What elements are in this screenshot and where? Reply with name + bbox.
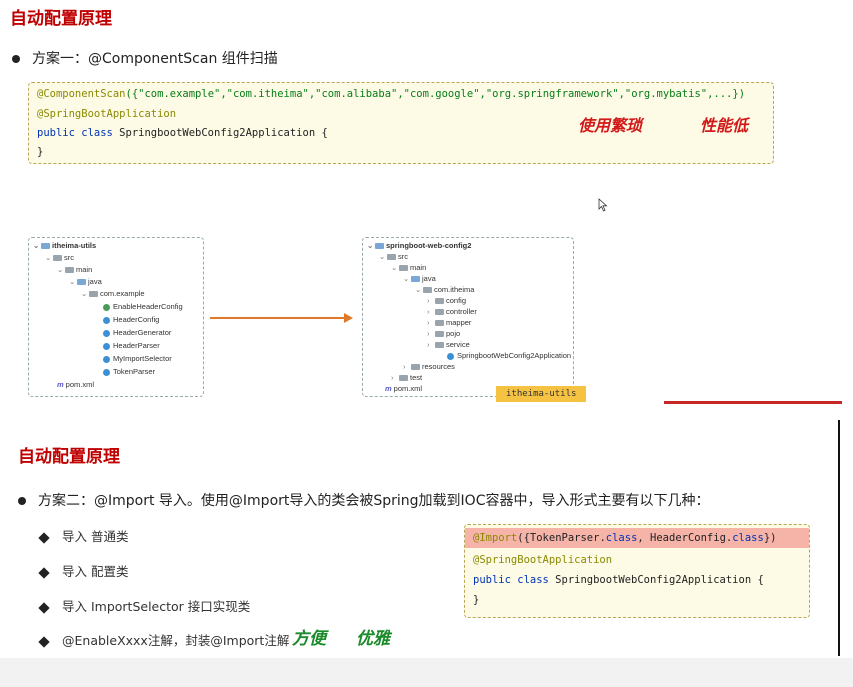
slide2-title: 自动配置原理 [18,447,120,467]
tree-root-itheima-utils[interactable]: ⌄ itheima-utils [33,241,96,251]
springboot-class-icon [447,352,454,360]
slide2-bullet-text: 方案二：@Import 导入。使用@Import导入的类会被Spring加载到I… [38,493,710,509]
class-icon [103,329,110,337]
source-folder-icon [411,276,420,283]
springboot-web-config2-project-tree: ⌄ springboot-web-config2 ⌄ src ⌄ main ⌄ java… [362,237,574,397]
maven-pom-icon: m [385,384,392,393]
import-type-normal-class: 导入 普通类 [38,526,128,545]
import-arrow-line [210,317,346,319]
folder-icon [387,254,396,261]
tree-node-package[interactable]: ⌄ com.itheima [415,285,474,295]
tree-node-class[interactable]: HeaderGenerator [103,328,171,338]
class-icon [103,355,110,363]
annotation-class-icon [103,303,110,311]
bottom-bar [0,658,853,687]
module-folder-icon [41,243,50,250]
diamond-bullet-icon [38,566,50,579]
tree-node-pojo[interactable]: › pojo [427,329,460,339]
package-icon [423,287,432,294]
handwriting-elegant: 优雅 [356,629,390,649]
code-line-3: public class SpringbootWebConfig2Applica… [473,574,764,586]
diamond-bullet-icon [38,635,50,648]
tree-node-application-class[interactable]: SpringbootWebConfig2Application [447,351,571,361]
code-line-2: @SpringBootApplication [473,554,613,566]
folder-icon [399,265,408,272]
tree-node-java[interactable]: ⌄ java [403,274,436,284]
tree-node-controller[interactable]: › controller [427,307,477,317]
code-line-4: } [37,146,44,158]
package-icon [435,298,444,305]
package-icon [435,309,444,316]
class-icon [103,342,110,350]
tree-root-springboot-web-config2[interactable]: ⌄ springboot-web-config2 [367,241,471,251]
tree-node-main[interactable]: ⌄ main [391,263,426,273]
handwriting-low-performance: 性能低 [700,116,749,135]
code-line-3: public class SpringbootWebConfig2Applica… [37,127,328,139]
package-icon [435,320,444,327]
bullet-dot-icon [12,55,20,63]
source-folder-icon [77,279,86,286]
slide2-bullet: 方案二：@Import 导入。使用@Import导入的类会被Spring加载到I… [18,490,709,510]
tree-node-src[interactable]: ⌄ src [45,253,74,263]
import-code-block: @Import({TokenParser.class, HeaderConfig… [464,524,810,618]
slide1-bullet: 方案一：@ComponentScan 组件扫描 [12,48,278,68]
handwriting-convenient: 方便 [292,629,326,649]
tree-node-service[interactable]: › service [427,340,470,350]
folder-icon [399,375,408,382]
tree-node-pom[interactable]: m pom.xml [385,384,422,394]
class-icon [103,316,110,324]
code-line-2: @SpringBootApplication [37,108,177,120]
resources-folder-icon [411,364,420,371]
bullet-dot-icon [18,497,26,505]
slide-separator-red [664,401,842,404]
import-type-importselector: 导入 ImportSelector 接口实现类 [38,596,250,615]
tree-node-main[interactable]: ⌄ main [57,265,92,275]
diamond-bullet-icon [38,531,50,544]
folder-icon [53,255,62,262]
slide1-bullet-text: 方案一：@ComponentScan 组件扫描 [32,51,278,67]
code-line-1: @ComponentScan({"com.example","com.ithei… [37,88,746,100]
slide1-title: 自动配置原理 [10,9,112,29]
componentscan-code-block: @ComponentScan({"com.example","com.ithei… [28,82,774,164]
mouse-cursor-icon [598,198,608,212]
import-type-enable-annotation: @EnableXxxx注解，封装@Import注解 [38,630,289,649]
diamond-bullet-icon [38,601,50,614]
tree-node-mapper[interactable]: › mapper [427,318,471,328]
tree-node-config[interactable]: › config [427,296,466,306]
module-folder-icon [375,243,384,250]
code-line-4: } [473,594,480,606]
handwriting-cumbersome: 使用繁琐 [578,116,643,135]
tree-node-pom[interactable]: m pom.xml [57,380,94,390]
tree-node-class[interactable]: MyImportSelector [103,354,172,364]
itheima-utils-project-tree: ⌄ itheima-utils ⌄ src ⌄ main ⌄ java ⌄ com.exa… [28,237,204,397]
folder-icon [65,267,74,274]
package-icon [435,331,444,338]
maven-pom-icon: m [57,380,64,389]
package-icon [89,291,98,298]
tree-node-class[interactable]: TokenParser [103,367,155,377]
tree-node-test[interactable]: › test [391,373,422,383]
code-line-1: @Import({TokenParser.class, HeaderConfig… [473,532,777,544]
tree-node-class[interactable]: HeaderConfig [103,315,159,325]
tree-node-src[interactable]: ⌄ src [379,252,408,262]
class-icon [103,368,110,376]
tree-node-java[interactable]: ⌄ java [69,277,102,287]
slide-edge-line [838,420,840,656]
tree-node-class[interactable]: HeaderParser [103,341,160,351]
tree-node-package[interactable]: ⌄ com.example [81,289,145,299]
tree-node-resources[interactable]: › resources [403,362,455,372]
itheima-utils-badge: itheima-utils [496,386,587,402]
tree-node-class[interactable]: EnableHeaderConfig [103,302,183,312]
import-type-config-class: 导入 配置类 [38,561,128,580]
arrow-head-icon [344,313,353,323]
package-icon [435,342,444,349]
